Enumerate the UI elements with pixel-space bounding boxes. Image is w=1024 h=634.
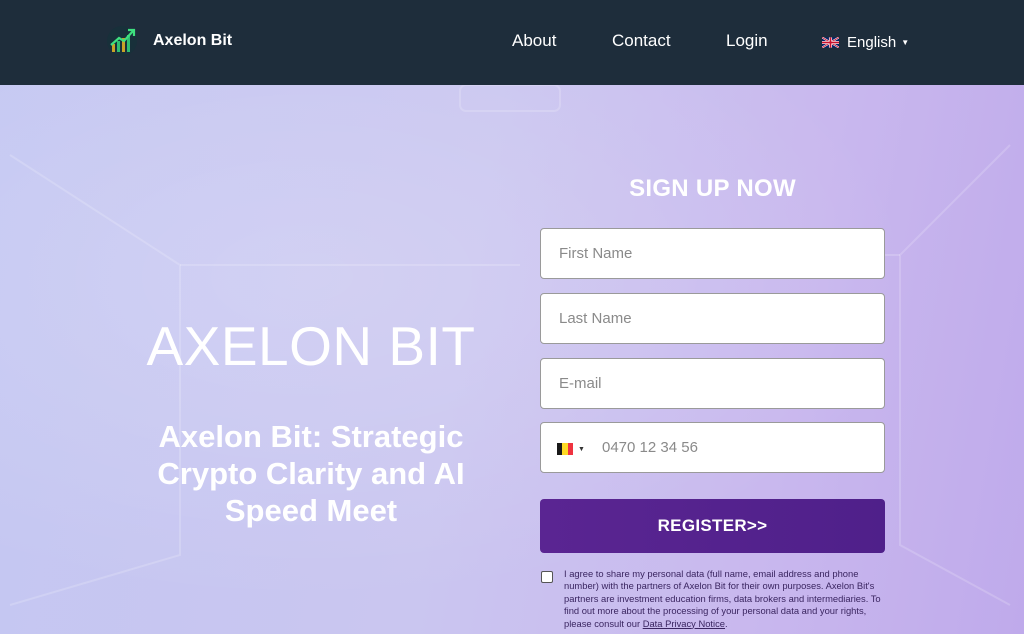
last-name-field[interactable] <box>540 293 885 344</box>
country-code-select[interactable]: ▼ <box>557 441 585 457</box>
consent-end: . <box>725 617 728 629</box>
consent-text: I agree to share my personal data (full … <box>564 568 882 630</box>
language-selector[interactable]: English ▼ <box>822 32 909 52</box>
brand-name[interactable]: Axelon Bit <box>153 32 232 50</box>
phone-field-wrapper: ▼ <box>540 422 885 473</box>
first-name-field[interactable] <box>540 228 885 279</box>
language-label: English <box>847 33 897 51</box>
hero-subtitle: Axelon Bit: Strategic Crypto Clarity and… <box>157 419 465 528</box>
logo-icon[interactable] <box>106 25 138 57</box>
phone-field[interactable] <box>587 423 879 472</box>
chevron-down-icon: ▼ <box>901 37 910 47</box>
uk-flag-icon <box>822 36 839 48</box>
belgium-flag-icon <box>557 443 573 455</box>
privacy-notice-link[interactable]: Data Privacy Notice <box>643 618 725 629</box>
signup-heading: SIGN UP NOW <box>629 175 796 202</box>
chevron-down-icon: ▼ <box>578 445 585 453</box>
hero-title: AXELON BIT <box>146 315 476 377</box>
consent-checkbox[interactable] <box>541 571 553 583</box>
register-button[interactable]: REGISTER>> <box>540 499 885 553</box>
email-field[interactable] <box>540 358 885 409</box>
nav-login-link[interactable]: Login <box>726 31 768 51</box>
site-header: Axelon Bit About Contact Login English ▼ <box>0 0 1024 85</box>
nav-contact-link[interactable]: Contact <box>612 31 671 51</box>
hero-section: AXELON BIT Axelon Bit: Strategic Crypto … <box>0 85 1024 634</box>
nav-about-link[interactable]: About <box>512 31 556 51</box>
